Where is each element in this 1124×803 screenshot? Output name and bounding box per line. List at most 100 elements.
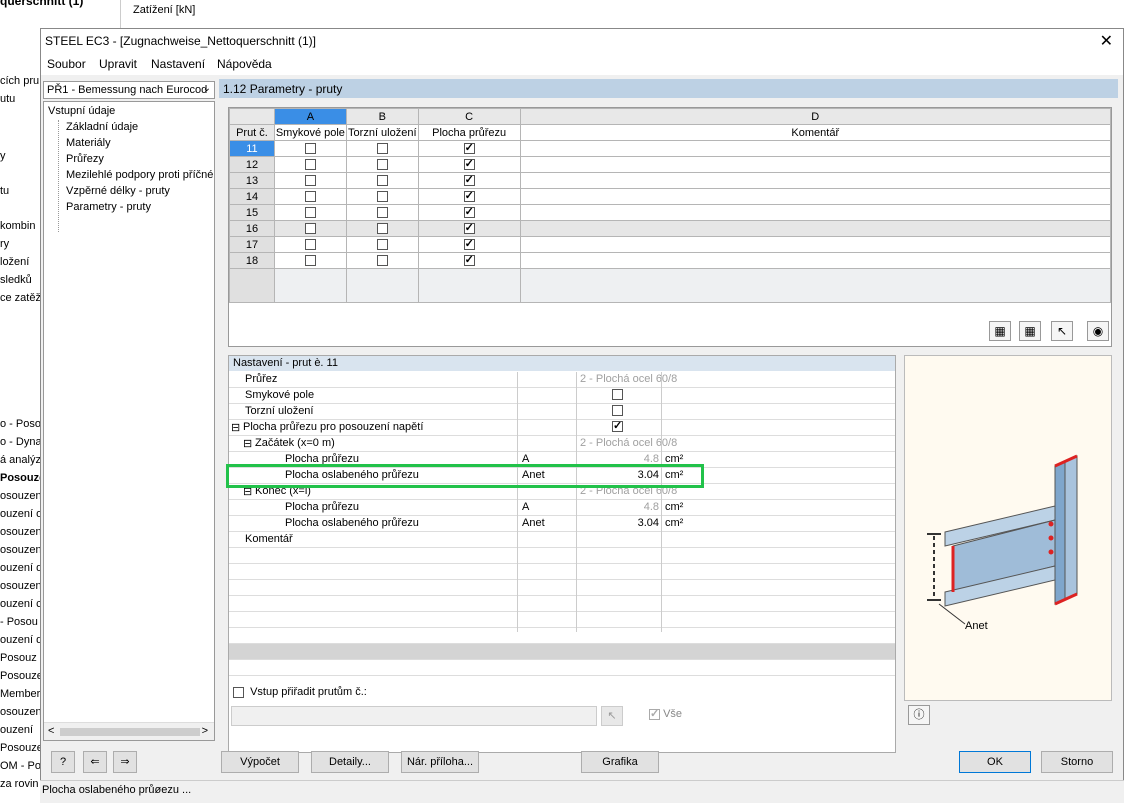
checkbox-cell[interactable] (273, 204, 347, 221)
scroll-thumb[interactable] (60, 728, 200, 736)
close-icon[interactable]: ✕ (1100, 31, 1113, 51)
grid-checkbox[interactable] (304, 191, 316, 203)
member-number[interactable]: 14 (229, 188, 275, 205)
table-row[interactable]: 11 (229, 140, 1112, 157)
grid-checkbox[interactable] (463, 253, 475, 267)
settings-row[interactable]: Plocha oslabeného průřezu Anet 3.04 cm² (229, 516, 895, 532)
menu-upravit[interactable]: Upravit (99, 57, 137, 71)
checkbox-cell[interactable] (345, 140, 419, 157)
info-icon[interactable]: ⓘ (908, 705, 930, 725)
table-row[interactable]: 12 (229, 156, 1112, 173)
tree-item-intermediate-supports[interactable]: Mezilehlé podpory proti příčném (66, 169, 214, 181)
comment-cell[interactable] (519, 236, 1112, 253)
grid-checkbox[interactable] (376, 159, 388, 171)
view-icon[interactable]: ◉ (1087, 321, 1109, 341)
assign-members-row[interactable]: Vstup přiřadit prutům č.: (233, 686, 367, 698)
checkbox-cell[interactable] (417, 172, 521, 189)
column-letter-a[interactable]: A (273, 108, 347, 125)
checkbox-cell[interactable] (417, 140, 521, 157)
checkbox-cell[interactable] (273, 188, 347, 205)
collapse-icon[interactable]: ⊟ (231, 421, 240, 434)
pick-members-icon[interactable]: ↖ (601, 706, 623, 726)
checkbox-cell[interactable] (273, 140, 347, 157)
grid-checkbox[interactable] (376, 223, 388, 235)
settings-checkbox[interactable] (612, 389, 623, 400)
table-row[interactable]: 16 (229, 220, 1112, 237)
tree-root-input-data[interactable]: Vstupní údaje (48, 105, 115, 117)
scroll-left-icon[interactable]: < (48, 725, 54, 737)
checkbox-cell[interactable] (273, 220, 347, 237)
checkbox-cell[interactable] (417, 204, 521, 221)
grid-checkbox[interactable] (463, 141, 475, 155)
member-number[interactable]: 16 (229, 220, 275, 237)
grid-checkbox[interactable] (376, 191, 388, 203)
graphics-button[interactable]: Grafika (581, 751, 659, 773)
tree-item-materials[interactable]: Materiály (66, 137, 111, 149)
settings-row[interactable]: Komentář (229, 532, 895, 548)
column-letter-d[interactable]: D (519, 108, 1112, 125)
settings-row[interactable]: Smykové pole (229, 388, 895, 404)
comment-cell[interactable] (519, 172, 1112, 189)
table-row[interactable]: 14 (229, 188, 1112, 205)
load-case-select[interactable]: PŘ1 - Bemessung nach Eurocod ⌄ (43, 81, 215, 99)
grid-checkbox[interactable] (376, 255, 388, 267)
checkbox-cell[interactable] (417, 156, 521, 173)
grid-checkbox[interactable] (376, 207, 388, 219)
tree-item-basic-data[interactable]: Základní údaje (66, 121, 138, 133)
comment-cell[interactable] (519, 156, 1112, 173)
checkbox-cell[interactable] (345, 236, 419, 253)
grid-checkbox[interactable] (463, 205, 475, 219)
settings-value[interactable]: 2 - Plochá ocel 60/8 (580, 373, 780, 385)
member-number[interactable]: 17 (229, 236, 275, 253)
grid-checkbox[interactable] (376, 175, 388, 187)
checkbox-cell[interactable] (417, 236, 521, 253)
settings-value[interactable]: 2 - Plochá ocel 60/8 (580, 437, 780, 449)
excel-export-icon[interactable]: ▦ (989, 321, 1011, 341)
checkbox-cell[interactable] (417, 252, 521, 269)
previous-icon[interactable]: ⇐ (83, 751, 107, 773)
comment-cell[interactable] (519, 140, 1112, 157)
grid-checkbox[interactable] (304, 159, 316, 171)
grid-checkbox[interactable] (304, 239, 316, 251)
comment-cell[interactable] (519, 204, 1112, 221)
national-annex-button[interactable]: Nár. příloha... (401, 751, 479, 773)
menu-napoveda[interactable]: Nápověda (217, 57, 272, 71)
all-members-option[interactable]: Vše (649, 707, 682, 720)
ok-button[interactable]: OK (959, 751, 1031, 773)
settings-row[interactable]: ⊟ Plocha průřezu pro posouzení napětí (229, 419, 895, 436)
comment-cell[interactable] (519, 252, 1112, 269)
checkbox-cell[interactable] (345, 220, 419, 237)
checkbox-cell[interactable] (345, 156, 419, 173)
grid-checkbox[interactable] (304, 175, 316, 187)
tree-item-cross-sections[interactable]: Průřezy (66, 153, 104, 165)
checkbox-cell[interactable] (273, 156, 347, 173)
help-icon[interactable]: ? (51, 751, 75, 773)
select-member-icon[interactable]: ↖ (1051, 321, 1073, 341)
tree-item-buckling-lengths[interactable]: Vzpěrné délky - pruty (66, 185, 170, 197)
member-number[interactable]: 13 (229, 172, 275, 189)
column-letter-b[interactable]: B (345, 108, 419, 125)
grid-checkbox[interactable] (463, 237, 475, 251)
menu-soubor[interactable]: Soubor (47, 57, 86, 71)
checkbox-cell[interactable] (345, 172, 419, 189)
all-members-checkbox[interactable] (649, 707, 660, 720)
grid-checkbox[interactable] (463, 173, 475, 187)
checkbox-cell[interactable] (345, 188, 419, 205)
member-number[interactable]: 12 (229, 156, 275, 173)
table-row[interactable]: 13 (229, 172, 1112, 189)
details-button[interactable]: Detaily... (311, 751, 389, 773)
comment-cell[interactable] (519, 220, 1112, 237)
scroll-right-icon[interactable]: > (202, 725, 208, 737)
settings-checkbox[interactable] (612, 405, 623, 416)
member-number[interactable]: 11 (229, 140, 275, 157)
settings-row[interactable]: Průřez 2 - Plochá ocel 60/8 (229, 372, 895, 388)
checkbox-cell[interactable] (273, 252, 347, 269)
grid-checkbox[interactable] (463, 157, 475, 171)
nav-horizontal-scrollbar[interactable]: < > (44, 722, 214, 740)
tree-item-member-parameters[interactable]: Parametry - pruty (66, 201, 151, 213)
member-number[interactable]: 18 (229, 252, 275, 269)
grid-checkbox[interactable] (304, 223, 316, 235)
grid-checkbox[interactable] (376, 239, 388, 251)
settings-value[interactable]: 4.8 (577, 501, 659, 513)
checkbox-cell[interactable] (273, 172, 347, 189)
